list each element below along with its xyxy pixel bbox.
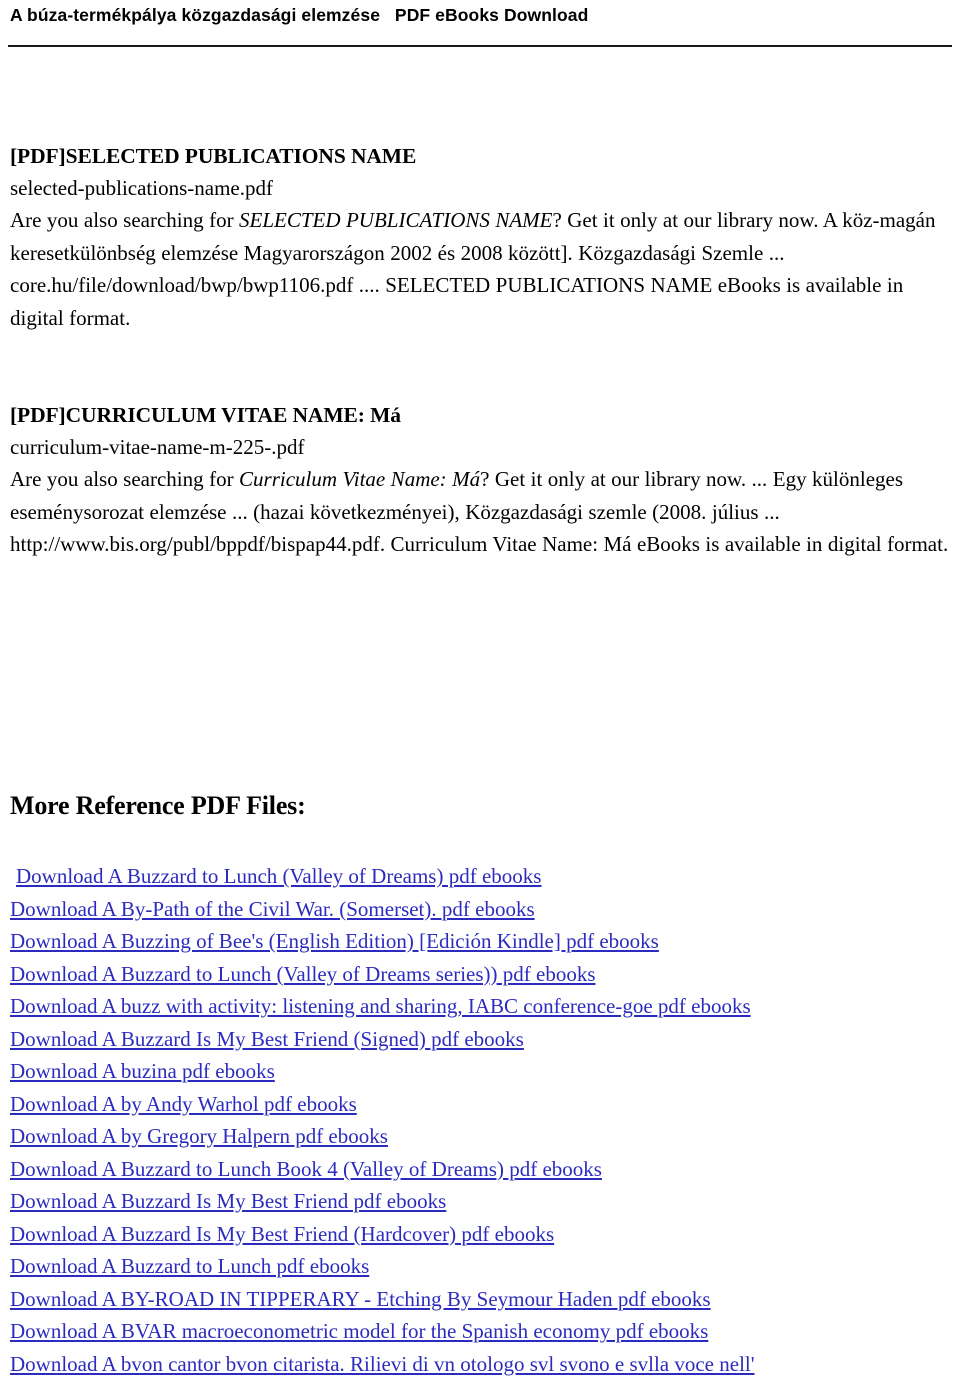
reference-link[interactable]: Download A by Andy Warhol pdf ebooks <box>10 1092 357 1116</box>
description-lead-text: Are you also searching for <box>10 467 240 491</box>
reference-link[interactable]: Download A BVAR macroeconometric model f… <box>10 1319 708 1343</box>
reference-link[interactable]: Download A bvon cantor bvon citarista. R… <box>10 1352 755 1376</box>
reference-link[interactable]: Download A Buzzard Is My Best Friend pdf… <box>10 1189 446 1213</box>
list-item: Download A Buzzard to Lunch pdf ebooks <box>10 1250 955 1283</box>
reference-link[interactable]: Download A buzz with activity: listening… <box>10 994 751 1018</box>
header-divider-rule <box>8 45 952 47</box>
list-item: Download A by Gregory Halpern pdf ebooks <box>10 1120 955 1153</box>
more-reference-heading: More Reference PDF Files: <box>10 791 306 820</box>
description-title-emphasis: Curriculum Vitae Name: Má <box>239 467 481 491</box>
reference-link[interactable]: Download A Buzzard to Lunch (Valley of D… <box>10 962 596 986</box>
reference-link[interactable]: Download A Buzzard to Lunch (Valley of D… <box>16 864 541 888</box>
list-item: Download A By-Path of the Civil War. (So… <box>10 893 955 926</box>
description-title-emphasis: SELECTED PUBLICATIONS NAME <box>239 208 553 232</box>
reference-link[interactable]: Download A buzina pdf ebooks <box>10 1059 275 1083</box>
pdf-entry-description: Are you also searching for Curriculum Vi… <box>10 463 954 561</box>
reference-link[interactable]: Download A Buzzard Is My Best Friend (Ha… <box>10 1222 554 1246</box>
reference-link[interactable]: Download A BY-ROAD IN TIPPERARY - Etchin… <box>10 1287 711 1311</box>
list-item: Download A BY-ROAD IN TIPPERARY - Etchin… <box>10 1283 955 1316</box>
pdf-entry: [PDF]SELECTED PUBLICATIONS NAME selected… <box>10 140 954 334</box>
reference-link[interactable]: Download A Buzzard Is My Best Friend (Si… <box>10 1027 524 1051</box>
list-item: Download A Buzzing of Bee's (English Edi… <box>10 925 955 958</box>
pdf-entry: [PDF]CURRICULUM VITAE NAME: Má curriculu… <box>10 399 954 561</box>
pdf-entry-filename: selected-publications-name.pdf <box>10 176 273 200</box>
document-body: [PDF]SELECTED PUBLICATIONS NAME selected… <box>10 140 954 594</box>
running-header-title: A búza-termékpálya közgazdasági elemzése… <box>10 5 589 25</box>
pdf-entry-description: Are you also searching for SELECTED PUBL… <box>10 204 954 334</box>
pdf-entry-title: [PDF]CURRICULUM VITAE NAME: Má <box>10 403 401 427</box>
list-item: Download A buzz with activity: listening… <box>10 990 955 1023</box>
list-item: Download A Buzzard Is My Best Friend (Si… <box>10 1023 955 1056</box>
description-lead-text: Are you also searching for <box>10 208 240 232</box>
reference-link[interactable]: Download A Buzzing of Bee's (English Edi… <box>10 929 659 953</box>
document-page: A búza-termékpálya közgazdasági elemzése… <box>0 0 960 1383</box>
list-item: Download A bvon cantor bvon citarista. R… <box>10 1348 955 1381</box>
reference-link[interactable]: Download A by Gregory Halpern pdf ebooks <box>10 1124 388 1148</box>
reference-link[interactable]: Download A By-Path of the Civil War. (So… <box>10 897 535 921</box>
list-item: Download A Buzzard Is My Best Friend (Ha… <box>10 1218 955 1251</box>
reference-link-list: Download A Buzzard to Lunch (Valley of D… <box>10 860 955 1380</box>
list-item: Download A Buzzard to Lunch (Valley of D… <box>10 860 955 893</box>
entry-spacer <box>10 367 954 399</box>
list-item: Download A BVAR macroeconometric model f… <box>10 1315 955 1348</box>
list-item: Download A Buzzard to Lunch Book 4 (Vall… <box>10 1153 955 1186</box>
reference-link[interactable]: Download A Buzzard to Lunch Book 4 (Vall… <box>10 1157 602 1181</box>
pdf-entry-title: [PDF]SELECTED PUBLICATIONS NAME <box>10 144 417 168</box>
list-item: Download A Buzzard to Lunch (Valley of D… <box>10 958 955 991</box>
list-item: Download A buzina pdf ebooks <box>10 1055 955 1088</box>
list-item: Download A by Andy Warhol pdf ebooks <box>10 1088 955 1121</box>
list-item: Download A Buzzard Is My Best Friend pdf… <box>10 1185 955 1218</box>
pdf-entry-filename: curriculum-vitae-name-m-225-.pdf <box>10 435 305 459</box>
reference-link[interactable]: Download A Buzzard to Lunch pdf ebooks <box>10 1254 369 1278</box>
